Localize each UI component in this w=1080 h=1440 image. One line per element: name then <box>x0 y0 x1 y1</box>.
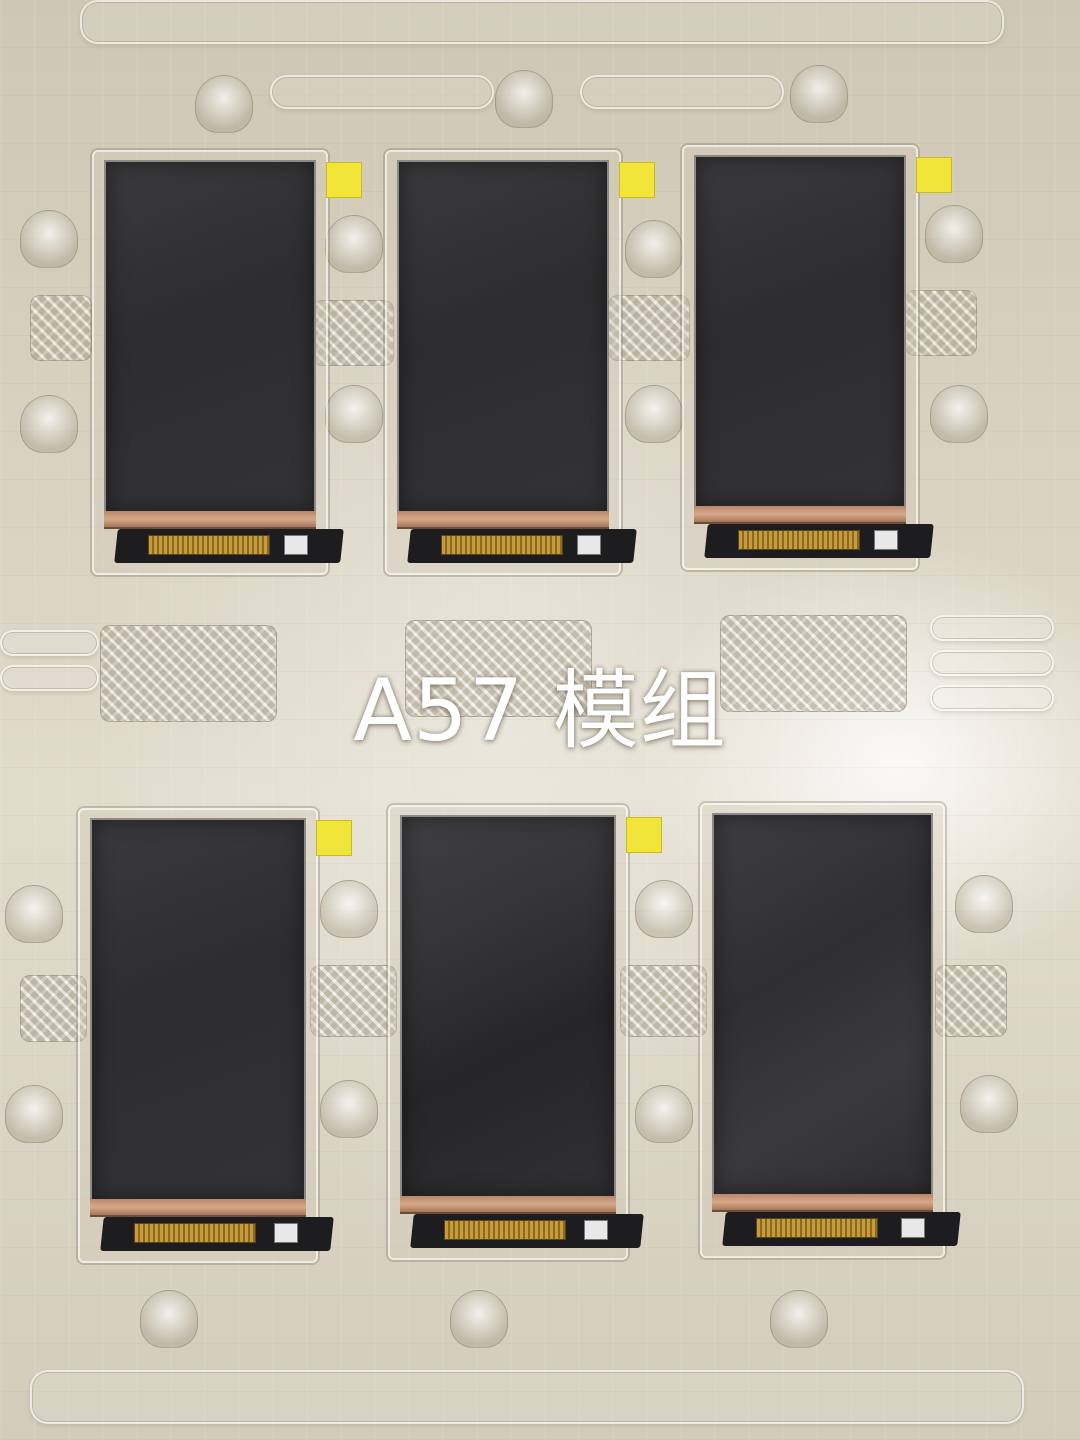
copper-strip <box>397 511 609 529</box>
yellow-tab <box>316 820 352 856</box>
display-module <box>78 808 352 1263</box>
tray-boss <box>450 1290 508 1348</box>
photo-caption: A57 模组 <box>353 661 727 761</box>
tray-boss <box>635 1085 693 1143</box>
tray-boss <box>960 1075 1018 1133</box>
tray-boss <box>20 210 78 268</box>
qr-label <box>584 1220 608 1240</box>
tray-boss <box>635 880 693 938</box>
tray-boss <box>325 215 383 273</box>
lcd-panel <box>694 155 906 508</box>
copper-strip <box>712 1194 933 1212</box>
tray-boss <box>320 880 378 938</box>
qr-label <box>274 1223 298 1243</box>
tray-boss <box>930 385 988 443</box>
board-connector <box>441 535 563 555</box>
tray-grip-pad <box>935 965 1007 1037</box>
board-connector <box>444 1220 566 1240</box>
tray-boss <box>5 885 63 943</box>
tray-boss <box>20 395 78 453</box>
display-module <box>682 145 952 570</box>
board-connector <box>738 530 860 550</box>
yellow-tab <box>626 817 662 853</box>
tray-boss <box>5 1085 63 1143</box>
yellow-tab <box>326 162 362 198</box>
tray-grip-pad <box>620 965 707 1037</box>
tray-boss <box>195 75 253 133</box>
tray-ridge <box>930 615 1054 641</box>
lcd-panel <box>400 815 616 1198</box>
board-connector <box>134 1223 256 1243</box>
tray-ridge <box>30 1370 1024 1424</box>
tray-boss <box>790 65 848 123</box>
display-module <box>388 805 662 1260</box>
tray-boss <box>325 385 383 443</box>
tray-boss <box>925 205 983 263</box>
tray-boss <box>495 70 553 128</box>
lcd-panel <box>712 813 933 1196</box>
photo-scene: A57 模组 <box>0 0 1080 1440</box>
yellow-tab <box>619 162 655 198</box>
lcd-panel <box>104 160 316 513</box>
qr-label <box>284 535 308 555</box>
tray-boss <box>770 1290 828 1348</box>
copper-strip <box>694 506 906 524</box>
yellow-tab <box>916 157 952 193</box>
tray-grip-pad <box>30 295 92 361</box>
tray-grip-pad <box>310 965 397 1037</box>
qr-label <box>577 535 601 555</box>
copper-strip <box>400 1196 616 1214</box>
tray-boss <box>625 385 683 443</box>
qr-label <box>901 1218 925 1238</box>
tray-ridge <box>270 75 494 109</box>
tray-boss <box>320 1080 378 1138</box>
tray-boss <box>140 1290 198 1348</box>
board-connector <box>148 535 270 555</box>
board-connector <box>756 1218 878 1238</box>
copper-strip <box>90 1199 306 1217</box>
display-module <box>385 150 655 575</box>
tray-grip-pad <box>20 975 87 1042</box>
tray-boss <box>625 220 683 278</box>
lcd-panel <box>397 160 609 513</box>
qr-label <box>874 530 898 550</box>
display-module <box>92 150 362 575</box>
copper-strip <box>104 511 316 529</box>
lcd-panel <box>90 818 306 1201</box>
display-module <box>700 803 961 1258</box>
tray-boss <box>955 875 1013 933</box>
tray-ridge <box>580 75 784 109</box>
tray-ridge <box>80 0 1004 44</box>
